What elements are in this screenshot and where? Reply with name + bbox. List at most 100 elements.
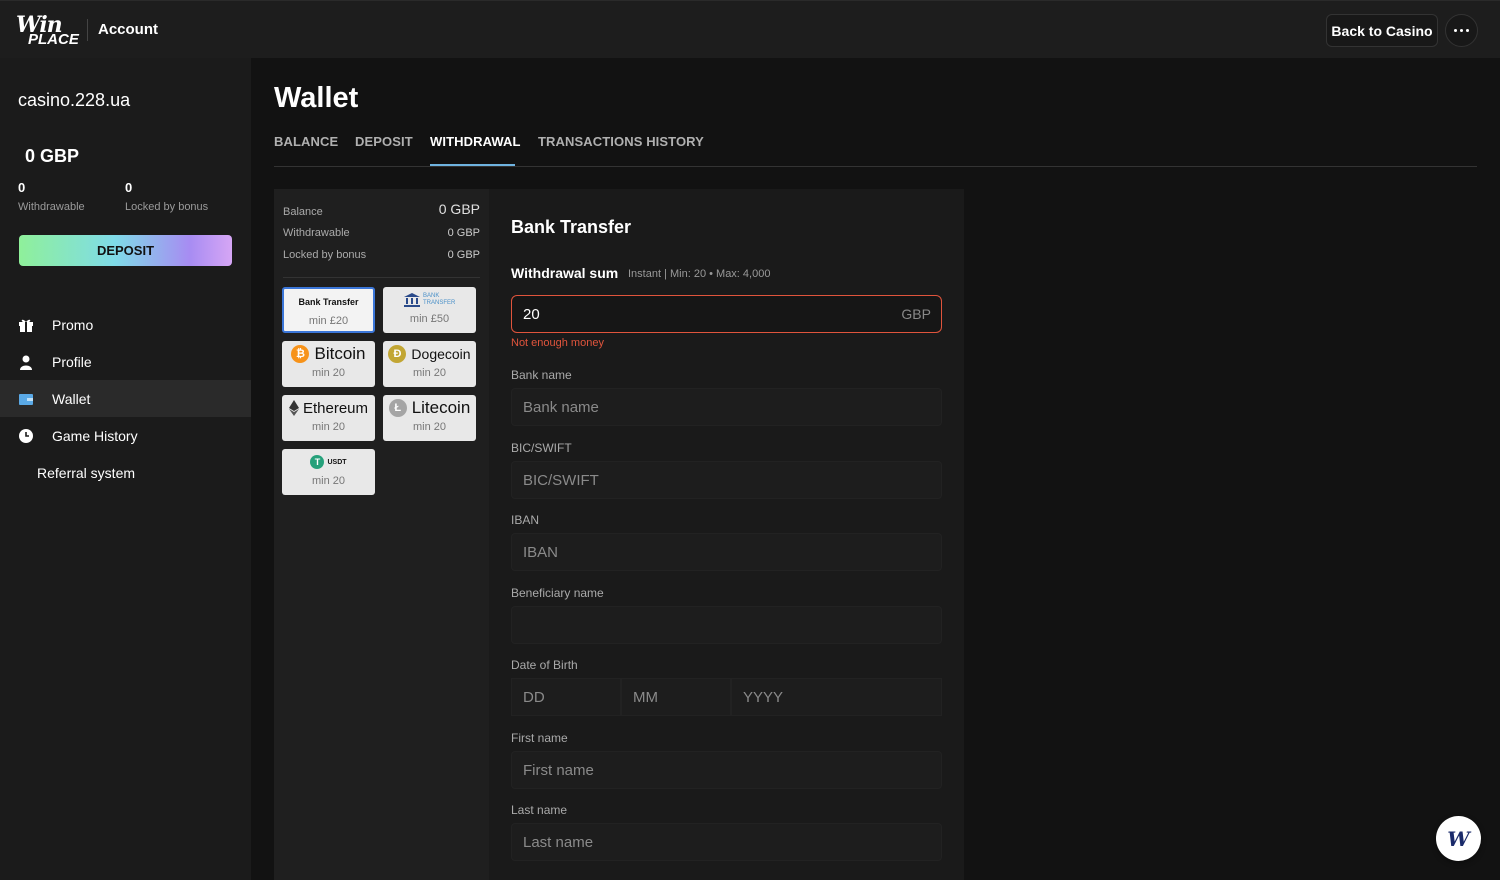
header-title: Account [98,21,158,38]
active-tab-indicator [430,164,515,166]
dob-year-input[interactable] [731,678,942,716]
locked-block: 0 Locked by bonus [125,180,208,213]
panel-balance-label: Balance [283,206,323,218]
first-name-label: First name [511,731,568,745]
dot-icon [1460,29,1463,32]
panel-withdrawable-row: Withdrawable 0 GBP [283,227,480,239]
method-name: BANK TRANSFER [383,287,476,313]
panel-locked-row: Locked by bonus 0 GBP [283,249,480,261]
litecoin-icon: Ł [388,399,407,417]
tab-transactions-history[interactable]: TRANSACTIONS HISTORY [538,134,704,149]
method-dogecoin[interactable]: Ð Dogecoin min 20 [383,341,476,387]
site-name: casino.228.ua [18,90,131,110]
dogecoin-icon: Ð [388,345,407,363]
logo-text-bottom: PLACE [28,31,79,48]
panel-balance-value: 0 GBP [438,201,480,217]
withdrawable-label: Withdrawable [18,201,85,213]
dot-icon [1454,29,1457,32]
withdrawable-block: 0 Withdrawable [18,180,85,213]
tether-icon: T [310,455,325,469]
header-divider [87,19,88,41]
method-usdt[interactable]: T USDT min 20 [282,449,375,495]
winplace-logo[interactable]: Win PLACE [16,12,79,48]
user-icon [17,353,35,371]
method-min: min 20 [311,421,346,433]
sidebar-item-wallet[interactable]: Wallet [0,380,251,417]
panel-withdrawable-value: 0 GBP [447,227,480,239]
amount-error: Not enough money [511,337,604,349]
method-bitcoin[interactable]: ₿ Bitcoin min 20 [282,341,375,387]
method-min: min £50 [409,313,450,325]
last-name-label: Last name [511,803,568,817]
tab-balance[interactable]: BALANCE [274,134,338,149]
bank-icon [404,293,420,307]
last-name-input[interactable] [511,823,942,861]
sidebar-item-label: Game History [52,427,138,444]
method-name: Ethereum [282,395,375,421]
first-name-input[interactable] [511,751,942,789]
method-ethereum[interactable]: Ethereum min 20 [282,395,375,441]
method-min: min 20 [412,421,447,433]
withdrawable-value: 0 [18,180,26,195]
top-bar: Win PLACE Account Back to Casino [0,0,1500,58]
method-min: min £20 [308,315,349,327]
withdrawal-form: Bank Transfer Withdrawal sum Instant | M… [489,189,964,880]
dob-day-input[interactable] [511,678,621,716]
panel-locked-value: 0 GBP [447,249,480,261]
amount-value: 20 [523,306,540,323]
sidebar-nav: Promo Profile Wallet Game History Referr… [0,306,251,491]
panel-divider [283,277,480,278]
sidebar-item-label: Profile [52,353,92,370]
method-litecoin[interactable]: Ł Litecoin min 20 [383,395,476,441]
bitcoin-icon: ₿ [291,345,310,363]
iban-input[interactable] [511,533,942,571]
sidebar-item-label: Referral system [37,464,136,481]
bic-label: BIC/SWIFT [511,441,572,455]
method-name: Ł Litecoin [383,395,476,421]
tab-deposit[interactable]: DEPOSIT [355,134,413,149]
wallet-tabs: BALANCE DEPOSIT WITHDRAWAL TRANSACTIONS … [274,132,1477,167]
dob-month-input[interactable] [621,678,731,716]
main-content: Wallet BALANCE DEPOSIT WITHDRAWAL TRANSA… [251,58,1500,880]
beneficiary-input[interactable] [511,606,942,644]
amount-currency: GBP [901,306,931,322]
tab-withdrawal[interactable]: WITHDRAWAL [430,134,521,149]
panel-balance-row: Balance 0 GBP [283,201,480,218]
withdrawal-sum-hint: Instant | Min: 20 • Max: 4,000 [628,268,771,280]
method-name: ₿ Bitcoin [282,341,375,367]
amount-input[interactable]: 20 GBP [511,295,942,333]
panel-locked-label: Locked by bonus [283,249,367,261]
sidebar-item-profile[interactable]: Profile [0,343,251,380]
method-name: T USDT [282,449,375,475]
method-name: Ð Dogecoin [383,341,476,367]
method-min: min 20 [412,367,447,379]
page-title: Wallet [274,82,359,114]
method-min: min 20 [311,367,346,379]
bic-input[interactable] [511,461,942,499]
more-options-button[interactable] [1445,14,1478,47]
locked-label: Locked by bonus [125,201,209,213]
panel-withdrawable-label: Withdrawable [283,227,350,239]
bank-name-input[interactable] [511,388,942,426]
sidebar-item-label: Wallet [52,390,91,407]
beneficiary-label: Beneficiary name [511,586,604,600]
wallet-icon [17,390,35,408]
locked-value: 0 [125,180,133,195]
sidebar-item-promo[interactable]: Promo [0,306,251,343]
bank-name-label: Bank name [511,368,572,382]
sidebar: casino.228.ua 0 GBP 0 Withdrawable 0 Loc… [0,58,251,880]
method-min: min 20 [311,475,346,487]
support-chat-button[interactable]: W [1436,816,1481,861]
back-to-casino-button[interactable]: Back to Casino [1326,14,1438,47]
sidebar-deposit-button[interactable]: DEPOSIT [19,235,232,266]
sidebar-balance: 0 GBP [25,146,80,166]
method-bank-transfer-2[interactable]: BANK TRANSFER min £50 [383,287,476,333]
method-bank-transfer[interactable]: Bank Transfer min £20 [282,287,375,333]
sidebar-item-referral[interactable]: Referral system [0,454,251,491]
clock-icon [17,427,35,445]
gift-icon [17,316,35,334]
methods-panel: Balance 0 GBP Withdrawable 0 GBP Locked … [274,189,489,880]
withdrawal-sum-label: Withdrawal sum [511,265,619,281]
dot-icon [1466,29,1469,32]
sidebar-item-game-history[interactable]: Game History [0,417,251,454]
